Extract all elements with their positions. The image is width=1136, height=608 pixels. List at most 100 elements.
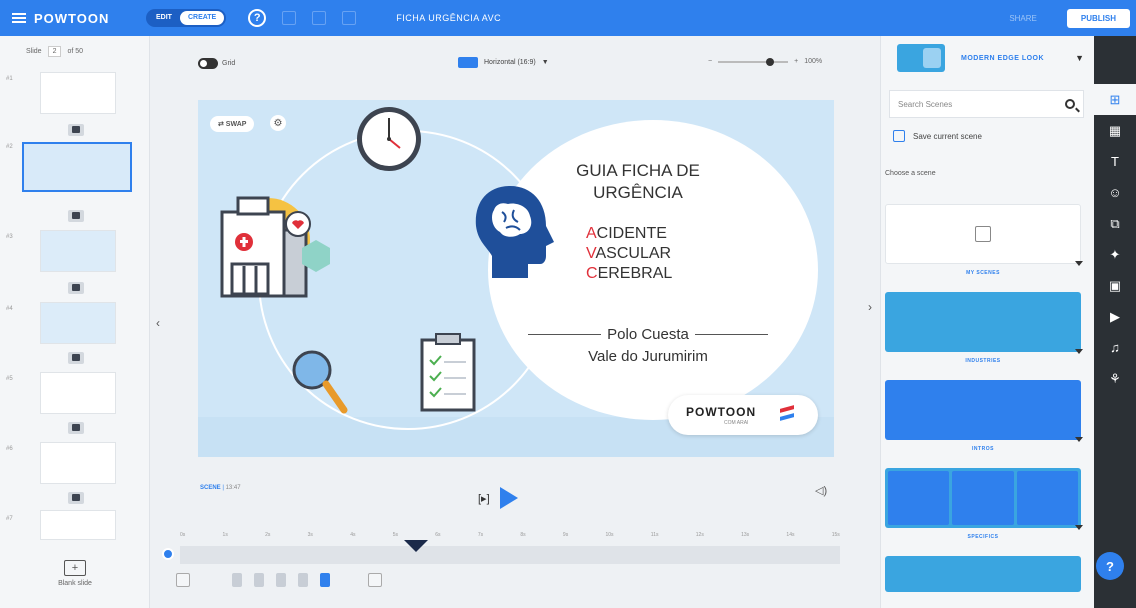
camera-icon[interactable] [68, 210, 84, 222]
swap-button[interactable]: ⇄ SWAP [210, 116, 255, 132]
category-intros[interactable]: INTROS [885, 380, 1083, 452]
media-icon[interactable]: ▣ [1094, 270, 1136, 301]
scene-time: 13:47 [225, 485, 241, 491]
timeline-start-handle[interactable] [162, 548, 174, 560]
category-specifics[interactable]: SPECIFICS [885, 468, 1083, 540]
chevron-down-icon [1075, 349, 1083, 354]
zoom-knob[interactable] [766, 57, 775, 66]
zoom-control[interactable]: − + 100% [708, 57, 822, 66]
org-line-1-row[interactable]: Polo Cuesta [528, 326, 768, 343]
camera-icon[interactable] [68, 352, 84, 364]
slide-select[interactable]: 2 [47, 46, 62, 57]
help-icon[interactable]: ? [248, 9, 267, 27]
props-icon[interactable]: ⧉ [1094, 208, 1136, 239]
clipboard-icon[interactable] [418, 332, 478, 412]
slide-thumbnail-7[interactable] [40, 510, 116, 540]
slide-number: #2 [6, 144, 13, 150]
grid-toggle[interactable]: Grid [198, 58, 235, 69]
slide-thumbnail-2[interactable] [22, 142, 132, 192]
layout-icon[interactable]: ⊞ [1094, 84, 1136, 115]
next-slide-arrow[interactable]: › [868, 300, 872, 314]
layer-camera-icon[interactable] [368, 573, 382, 587]
chevron-down-icon [1075, 525, 1083, 530]
search-scenes[interactable]: Search Scenes [889, 90, 1084, 118]
save-scene-button[interactable]: Save current scene [893, 130, 1094, 142]
camera-icon[interactable] [68, 422, 84, 434]
look-avatar-icon [897, 44, 945, 72]
menu-icon[interactable] [12, 13, 26, 23]
hospital-icon[interactable] [208, 190, 338, 300]
layer-item[interactable] [254, 573, 264, 587]
layer-add-icon[interactable] [176, 573, 190, 587]
zoom-slider[interactable] [718, 57, 789, 66]
play-icon[interactable] [499, 487, 518, 509]
create-mode-button[interactable]: CREATE [179, 11, 225, 25]
tick-label: 13s [741, 532, 750, 538]
slide-thumbnail-6[interactable] [40, 442, 116, 484]
camera-icon[interactable] [68, 282, 84, 294]
layer-item[interactable] [298, 573, 308, 587]
shapes-icon[interactable]: ✦ [1094, 239, 1136, 270]
clock-icon[interactable] [354, 104, 424, 174]
slide-thumbnail-4[interactable] [40, 302, 116, 344]
slide-title[interactable]: GUIA FICHA DE URGÊNCIA [538, 160, 738, 204]
slide-number: #4 [6, 306, 13, 312]
preview-icon[interactable] [282, 11, 297, 25]
slide-thumbnail-5[interactable] [40, 372, 116, 414]
layer-item[interactable] [232, 573, 242, 587]
avc-line-c: CEREBRAL [586, 264, 672, 284]
music-icon[interactable]: ♫ [1094, 332, 1136, 363]
chevron-down-icon[interactable]: ▼ [1075, 53, 1084, 63]
camera-icon[interactable] [68, 124, 84, 136]
look-selector[interactable]: MODERN EDGE LOOK ▼ [881, 36, 1094, 72]
blank-slide-button[interactable]: + Blank slide [0, 552, 150, 608]
zoom-in-icon[interactable]: + [794, 58, 798, 65]
loop-icon[interactable]: [▸] [478, 492, 490, 505]
text-icon[interactable]: T [1094, 146, 1136, 177]
timeline-track[interactable] [180, 546, 840, 564]
video-icon[interactable]: ▶ [1094, 301, 1136, 332]
slide-thumbnail-1[interactable] [40, 72, 116, 114]
gear-icon[interactable]: ⚙ [270, 115, 286, 131]
category-more[interactable] [885, 556, 1081, 592]
search-icon[interactable] [1065, 99, 1075, 109]
slide-thumbnail-3[interactable] [40, 230, 116, 272]
tick-label: 2s [265, 532, 271, 538]
pattern-icon[interactable]: ▦ [1094, 115, 1136, 146]
help-bubble-button[interactable]: ? [1096, 552, 1124, 580]
character-icon[interactable]: ☺ [1094, 177, 1136, 208]
tick-label: 3s [307, 532, 313, 538]
add-slide-icon: + [64, 560, 86, 576]
zoom-out-icon[interactable]: − [708, 58, 712, 65]
document-title[interactable]: FICHA URGÊNCIA AVC [396, 13, 501, 23]
category-label: INDUSTRIES [965, 358, 1001, 364]
tick-label: 11s [650, 532, 659, 538]
volume-icon[interactable]: ◁) [815, 484, 827, 497]
redo-icon[interactable] [342, 11, 357, 25]
category-thumb [885, 204, 1081, 264]
layer-item[interactable] [276, 573, 286, 587]
camera-icon[interactable] [68, 492, 84, 504]
playhead-handle[interactable] [404, 540, 428, 552]
prev-slide-arrow[interactable]: ‹ [156, 316, 160, 330]
orientation-select[interactable]: Horizontal (16:9) ▼ [458, 57, 549, 68]
slide-counter: Slide 2 of 50 [0, 36, 149, 57]
org-line-2[interactable]: Vale do Jurumirim [528, 348, 768, 365]
powtoon-badge[interactable]: POWTOON COM ARAI [668, 395, 818, 435]
playback-controls: [▸] [478, 487, 518, 509]
slide-canvas[interactable]: ⇄ SWAP ⚙ GUIA FICHA DE URGÊNCIA ACIDENTE… [198, 100, 834, 457]
publish-button[interactable]: PUBLISH [1066, 8, 1130, 28]
special-icon[interactable]: ⚘ [1094, 363, 1136, 394]
layer-item[interactable] [320, 573, 330, 587]
slide-label: Slide [26, 48, 42, 55]
category-my-scenes[interactable]: MY SCENES [885, 204, 1083, 276]
search-input[interactable]: Search Scenes [898, 100, 952, 109]
grid-switch[interactable] [198, 58, 218, 69]
share-button[interactable]: SHARE [1009, 14, 1037, 23]
edit-mode-button[interactable]: EDIT [148, 11, 180, 25]
mode-toggle[interactable]: EDIT CREATE [146, 9, 227, 27]
magnifier-icon[interactable] [290, 348, 350, 418]
avc-acronym[interactable]: ACIDENTE VASCULAR CEREBRAL [586, 224, 672, 284]
category-industries[interactable]: INDUSTRIES [885, 292, 1083, 364]
undo-icon[interactable] [312, 11, 327, 25]
